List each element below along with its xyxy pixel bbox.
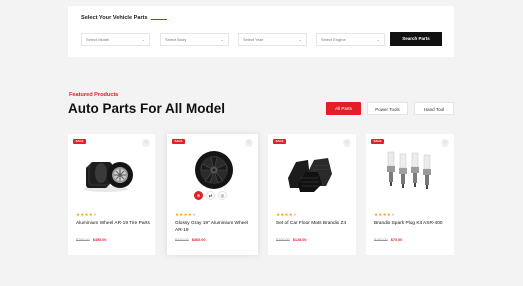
- price-row: $100.00 $70.00: [374, 238, 402, 242]
- price-row: $790.00 $450.00: [76, 238, 106, 242]
- old-price: $790.00: [76, 238, 90, 242]
- star-rating: ★★★★★: [76, 212, 98, 217]
- select-body-label: Select Body: [165, 37, 187, 42]
- product-card[interactable]: SALE ♡ ★★★★★ Aluminium Wheel AR-19 Tire …: [68, 134, 155, 255]
- sale-badge: SALE: [73, 139, 86, 144]
- product-card[interactable]: SALE ♡ ⊕ ⇄ ◎ ★★★★★ Glossy Gray 19" Alumi…: [167, 134, 258, 255]
- product-card[interactable]: SALE ♡ ★★★★★ Set of Car Floor Mats Brand…: [268, 134, 356, 255]
- select-model[interactable]: Select Model ⌄: [81, 33, 150, 46]
- sale-badge: SALE: [371, 139, 384, 144]
- sale-price: $128.00: [292, 238, 307, 242]
- product-name[interactable]: Aluminium Wheel AR-19 Tire Parts: [76, 221, 150, 228]
- search-title: Select Your Vehicle Parts: [81, 15, 148, 21]
- heart-icon[interactable]: ♡: [343, 139, 351, 147]
- sale-badge: SALE: [273, 139, 286, 144]
- heart-icon[interactable]: ♡: [441, 139, 449, 147]
- star-rating: ★★★★★: [175, 212, 197, 217]
- product-name[interactable]: Set of Car Floor Mats Brandix Z4: [276, 221, 350, 228]
- select-year[interactable]: Select Year ⌄: [238, 33, 307, 46]
- spark-plug-icon: [387, 151, 431, 189]
- old-price: $200.00: [276, 238, 290, 242]
- heart-icon[interactable]: ♡: [142, 139, 150, 147]
- sale-price: $450.00: [92, 238, 107, 242]
- chevron-down-icon: ⌄: [376, 37, 380, 42]
- vehicle-search-panel: Select Your Vehicle Parts Select Model ⌄…: [68, 6, 454, 57]
- chevron-down-icon: ⌄: [141, 37, 145, 42]
- quick-view-icon[interactable]: ◎: [218, 191, 227, 200]
- compare-icon[interactable]: ⇄: [206, 191, 215, 200]
- chevron-down-icon: ⌄: [220, 37, 224, 42]
- cart-icon[interactable]: ⊕: [194, 191, 203, 200]
- tires-icon: [84, 162, 133, 192]
- select-year-label: Select Year: [243, 37, 264, 42]
- title-underline: [151, 19, 167, 20]
- tab-power-tools[interactable]: Power Tools: [367, 102, 408, 115]
- select-engine[interactable]: Select Engine ⌄: [316, 33, 385, 46]
- old-price: $100.00: [374, 238, 388, 242]
- alloy-wheel-icon: [195, 151, 233, 189]
- heart-icon[interactable]: ♡: [245, 139, 253, 147]
- select-body[interactable]: Select Body ⌄: [160, 33, 229, 46]
- price-row: $200.00 $128.00: [276, 238, 306, 242]
- search-parts-button[interactable]: Search Parts: [390, 32, 442, 46]
- tab-all-parts[interactable]: All Parts: [326, 102, 361, 115]
- select-engine-label: Select Engine: [321, 37, 346, 42]
- section-title: Auto Parts For All Model: [68, 101, 226, 116]
- product-name[interactable]: Brandix Spark Plug Kit ASR-400: [374, 221, 448, 228]
- product-card[interactable]: SALE ♡ ★★★★★ Brandix Spark Plug Kit ASR-…: [366, 134, 454, 255]
- old-price: $420.00: [175, 238, 189, 242]
- select-model-label: Select Model: [86, 37, 110, 42]
- sale-price: $70.00: [390, 238, 403, 242]
- chevron-down-icon: ⌄: [298, 37, 302, 42]
- star-rating: ★★★★★: [276, 212, 298, 217]
- tab-hand-tool[interactable]: Hand Tool: [414, 102, 454, 115]
- sale-price: $360.00: [191, 238, 206, 242]
- featured-label: Featured Products: [69, 92, 119, 98]
- price-row: $420.00 $360.00: [175, 238, 205, 242]
- star-rating: ★★★★★: [374, 212, 396, 217]
- product-name[interactable]: Glossy Gray 19" Aluminium Wheel AR-19: [175, 221, 249, 234]
- sale-badge: SALE: [172, 139, 185, 144]
- floor-mats-icon: [288, 158, 332, 192]
